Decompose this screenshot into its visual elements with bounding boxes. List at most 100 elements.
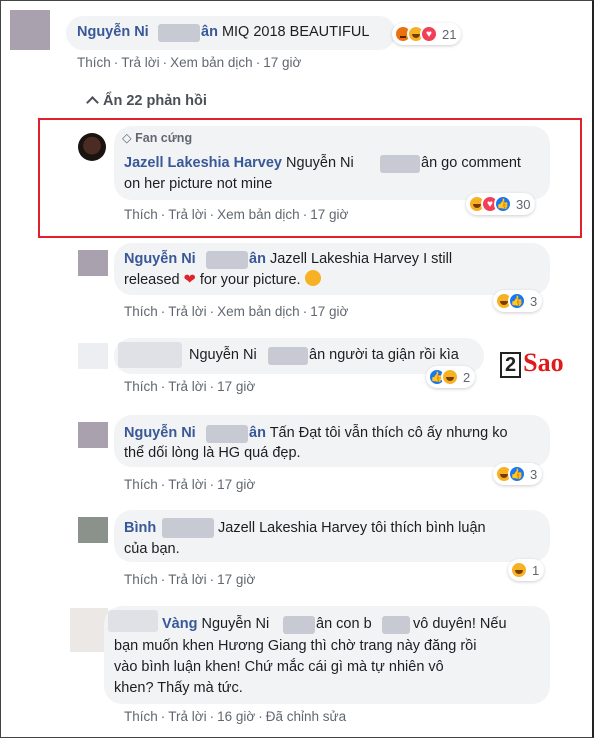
commenter-name-end[interactable]: ân xyxy=(249,251,266,267)
comment-text: thể dối lòng là HG quá đẹp. xyxy=(124,445,301,461)
avatar[interactable] xyxy=(70,608,108,652)
like-button[interactable]: Thích xyxy=(77,55,111,70)
redacted-name xyxy=(268,347,308,365)
watermark-digit: 2 xyxy=(500,352,522,378)
edited-label[interactable]: Đã chỉnh sửa xyxy=(266,709,346,724)
comment-text: Tấn Đạt tôi vẫn thích cô ấy nhưng ko xyxy=(269,425,508,441)
commenter-name[interactable]: Nguyễn Ni xyxy=(77,24,149,40)
reply-button[interactable]: Trả lời xyxy=(168,379,206,394)
commenter-name[interactable]: Bình xyxy=(124,520,156,536)
avatar[interactable] xyxy=(10,10,50,50)
comment-actions: Thích · Trả lời · 16 giờ · Đã chỉnh sửa xyxy=(124,709,347,724)
reaction-summary[interactable]: 1 xyxy=(508,559,545,581)
timestamp[interactable]: 17 giờ xyxy=(217,379,255,394)
mention[interactable]: Nguyễn Ni xyxy=(201,616,269,632)
redacted-name xyxy=(108,610,158,632)
badge-label: Fan cứng xyxy=(135,131,193,145)
reply-button[interactable]: Trả lời xyxy=(168,572,206,587)
diamond-icon: ◇ xyxy=(122,131,132,145)
timestamp[interactable]: 17 giờ xyxy=(310,207,348,222)
watermark-word: Sao xyxy=(523,348,564,377)
avatar[interactable] xyxy=(78,422,108,448)
commenter-name[interactable]: Nguyễn Ni xyxy=(124,251,196,267)
hide-replies-toggle[interactable]: Ẩn 22 phản hồi xyxy=(86,93,207,109)
commenter-name[interactable]: Nguyễn Ni xyxy=(124,425,196,441)
top-fan-badge: ◇ Fan cứng xyxy=(122,130,192,145)
timestamp[interactable]: 17 giờ xyxy=(310,304,348,319)
comment-actions: Thích · Trả lời · Xem bản dịch · 17 giờ xyxy=(124,207,349,222)
translate-button[interactable]: Xem bản dịch xyxy=(217,207,300,222)
haha-reaction-icon xyxy=(441,368,459,386)
comment-actions: Thích · Trả lời · 17 giờ xyxy=(124,477,256,492)
redacted-name xyxy=(158,24,200,42)
redacted-name xyxy=(162,518,214,538)
reply-button[interactable]: Trả lời xyxy=(121,55,159,70)
like-button[interactable]: Thích xyxy=(124,304,158,319)
commenter-name-end[interactable]: ân xyxy=(201,24,218,40)
timestamp[interactable]: 17 giờ xyxy=(217,477,255,492)
comment-actions: Thích · Trả lời · 17 giờ xyxy=(124,379,256,394)
mention[interactable]: Nguyễn Ni xyxy=(189,345,257,366)
like-button[interactable]: Thích xyxy=(124,379,158,394)
comment-text: Jazell Lakeshia Harvey I still xyxy=(269,251,453,267)
reaction-summary[interactable]: ♥ 21 xyxy=(392,23,462,45)
laughing-emoji-icon xyxy=(304,270,321,286)
comment-actions: Thích · Trả lời · 17 giờ xyxy=(124,572,256,587)
comment-actions: Thích · Trả lời · Xem bản dịch · 17 giờ xyxy=(77,55,302,70)
redacted-name xyxy=(206,251,248,269)
comment-text: của bạn. xyxy=(124,541,180,557)
redacted-name xyxy=(380,155,420,173)
toggle-label: Ẩn 22 phản hồi xyxy=(103,93,207,109)
translate-button[interactable]: Xem bản dịch xyxy=(170,55,253,70)
reply-button[interactable]: Trả lời xyxy=(168,477,206,492)
comment-text: bạn muốn khen Hương Giang thì chờ trang … xyxy=(114,638,477,654)
reaction-count: 1 xyxy=(532,562,540,578)
comment-text: khen? Thấy mà tức. xyxy=(114,680,243,696)
redacted-name xyxy=(206,425,248,443)
comment-text: vô duyên! Nếu xyxy=(413,616,507,632)
like-button[interactable]: Thích xyxy=(124,207,158,222)
like-reaction-icon: 👍 xyxy=(508,465,526,483)
comment-text: MIQ 2018 BEAUTIFUL xyxy=(221,24,370,40)
reply-button[interactable]: Trả lời xyxy=(168,709,206,724)
reaction-summary[interactable]: 👍 2 xyxy=(426,366,476,388)
commenter-name[interactable]: Jazell Lakeshia Harvey xyxy=(124,155,282,171)
comment-text: on her picture not mine xyxy=(124,176,273,192)
like-button[interactable]: Thích xyxy=(124,477,158,492)
reaction-count: 3 xyxy=(530,466,538,482)
reaction-count: 3 xyxy=(530,293,538,309)
timestamp[interactable]: 17 giờ xyxy=(217,572,255,587)
avatar[interactable] xyxy=(78,133,106,161)
reaction-summary[interactable]: 👍 3 xyxy=(493,463,543,485)
comment-actions: Thích · Trả lời · Xem bản dịch · 17 giờ xyxy=(124,304,349,319)
avatar[interactable] xyxy=(78,250,108,276)
haha-reaction-icon xyxy=(510,561,528,579)
reply-button[interactable]: Trả lời xyxy=(168,304,206,319)
commenter-name-end[interactable]: ân xyxy=(249,425,266,441)
avatar[interactable] xyxy=(78,517,108,543)
reaction-summary[interactable]: ♥ 👍 30 xyxy=(466,193,536,215)
translate-button[interactable]: Xem bản dịch xyxy=(217,304,300,319)
reaction-count: 21 xyxy=(442,26,457,42)
comment-text: vào bình luận khen! Chứ mắc cái gì mà tự… xyxy=(114,659,444,675)
reaction-summary[interactable]: 👍 3 xyxy=(493,290,543,312)
mention[interactable]: Nguyễn Ni xyxy=(286,155,354,171)
redacted-name xyxy=(283,616,315,634)
comment-text: ân con b xyxy=(316,616,372,632)
redacted-name xyxy=(118,342,182,368)
comment-text: ân người ta giận rồi kìa xyxy=(309,347,459,363)
like-button[interactable]: Thích xyxy=(124,572,158,587)
reaction-count: 2 xyxy=(463,369,471,385)
reaction-count: 30 xyxy=(516,196,531,212)
comment-text: ân go comment xyxy=(421,155,521,171)
like-button[interactable]: Thích xyxy=(124,709,158,724)
reply-button[interactable]: Trả lời xyxy=(168,207,206,222)
commenter-name[interactable]: Vàng xyxy=(162,616,197,632)
chevron-up-icon xyxy=(86,96,99,109)
like-reaction-icon: 👍 xyxy=(508,292,526,310)
timestamp[interactable]: 16 giờ xyxy=(217,709,255,724)
avatar[interactable] xyxy=(78,343,108,369)
timestamp[interactable]: 17 giờ xyxy=(263,55,301,70)
like-reaction-icon: 👍 xyxy=(494,195,512,213)
love-reaction-icon: ♥ xyxy=(420,25,438,43)
